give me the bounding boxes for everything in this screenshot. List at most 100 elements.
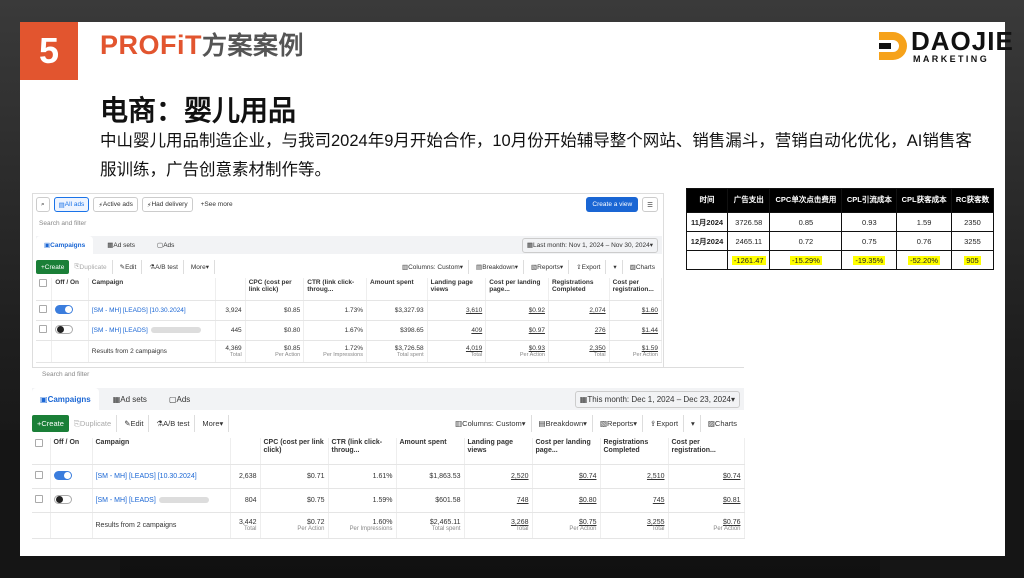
cell-reg[interactable]: 745 [600,488,669,513]
filter-see-more[interactable]: + See more [197,197,237,212]
filter-had-delivery[interactable]: ⚡ Had delivery [141,197,193,212]
duplicate-button[interactable]: ⎘ Duplicate [69,415,118,432]
cell-cplpv[interactable]: $0.74 [532,464,601,489]
ab-test-button[interactable]: ⚗ A/B test [151,415,196,432]
cell-cpreg[interactable]: $0.74 [668,464,745,489]
search-icon[interactable]: ⌕ [36,197,50,212]
campaign-toggle[interactable] [55,304,74,314]
cell-cplpv[interactable]: $0.80 [532,488,601,513]
cell-reg[interactable]: 2,074 [548,300,610,321]
cell-cpreg[interactable]: $1.44 [609,320,663,341]
tab-ad-sets[interactable]: ▦ Ad sets [99,236,144,254]
table-row[interactable]: [SM - MH] [LEADS] [10.30.2024] 3,924 $0.… [36,300,663,321]
campaign-name-link[interactable]: [SM - MH] [LEADS] [10.30.2024] [92,464,231,489]
filter-active-ads[interactable]: ⚡ Active ads [93,197,138,212]
col-cpc[interactable]: CPC (cost per link click) [245,278,305,301]
date-range-picker[interactable]: ▦ This month: Dec 1, 2024 – Dec 23, 2024… [574,390,740,408]
breakdown-button[interactable]: ▤ Breakdown ▾ [471,260,524,274]
col-cpc[interactable]: CPC (cost per link click) [260,438,329,465]
create-button[interactable]: + Create [36,260,70,274]
search-input[interactable]: Search and filter [42,371,89,378]
cell-reg[interactable]: 2,510 [600,464,669,489]
row-checkbox[interactable] [35,495,43,503]
create-view-button[interactable]: Create a view [586,197,639,212]
col-cost-per-registration[interactable]: Cost per registration... [668,438,745,465]
col-amount-spent[interactable]: Amount spent [366,278,428,301]
export-dropdown[interactable]: ▾ [686,415,701,432]
table-row[interactable]: [SM - MH] [LEADS] 445 $0.80 1.67% $398.6… [36,320,663,341]
col-campaign[interactable]: Campaign [88,278,217,301]
date-range-picker[interactable]: ▦ Last month: Nov 1, 2024 – Nov 30, 2024… [521,237,658,253]
tab-ad-sets[interactable]: ▦ Ad sets [104,388,155,410]
table-row[interactable]: [SM - MH] [LEADS] 804 $0.75 1.59% $601.5… [32,488,745,513]
col-results[interactable] [215,278,246,301]
cell-lpv[interactable]: 748 [464,488,533,513]
description: 中山婴儿用品制造企业，与我司2024年9月开始合作，10月份开始辅导整个网站、销… [100,132,972,179]
col-registrations[interactable]: Registrations Completed [548,278,610,301]
duplicate-button[interactable]: ⎘ Duplicate [69,260,113,274]
select-all-checkbox[interactable] [35,439,43,447]
export-dropdown[interactable]: ▾ [608,260,623,274]
tab-ads[interactable]: ▢ Ads [160,388,199,410]
col-amount-spent[interactable]: Amount spent [396,438,465,465]
cell-cpreg[interactable]: $0.81 [668,488,745,513]
tab-campaigns[interactable]: ▣ Campaigns [36,236,94,254]
cell-lpv[interactable]: 2,520 [464,464,533,489]
col-off-on[interactable]: Off / On [51,278,89,301]
cell-lpv[interactable]: 3,610 [427,300,487,321]
reports-button[interactable]: ▧ Reports ▾ [526,260,570,274]
columns-button[interactable]: ▥ Columns: Custom ▾ [397,260,470,274]
search-input[interactable]: Search and filter [39,220,86,227]
row-checkbox[interactable] [39,305,47,313]
breakdown-button[interactable]: ▤ Breakdown ▾ [534,415,593,432]
create-button[interactable]: + Create [32,415,69,432]
col-landing-page-views[interactable]: Landing page views [427,278,487,301]
ads-manager-report-december: Search and filter ▣ Campaigns ▦ Ad sets … [32,367,745,550]
tab-campaigns[interactable]: ▣ Campaigns [32,388,99,410]
edit-button[interactable]: ✎ Edit [119,415,150,432]
charts-button[interactable]: ▨ Charts [625,260,660,274]
table-row[interactable]: [SM - MH] [LEADS] [10.30.2024] 2,638 $0.… [32,464,745,489]
slide: 5 PROFiT方案案例 DAOJIE MARKETING 电商：婴儿用品 中山… [20,22,1013,556]
col-off-on[interactable]: Off / On [50,438,93,465]
cell-reg[interactable]: 276 [548,320,610,341]
campaign-table: Off / On Campaign CPC (cost per link cli… [32,438,745,539]
cell-cplpv[interactable]: $0.97 [485,320,549,341]
cell-cpreg[interactable]: $1.60 [609,300,663,321]
reports-button[interactable]: ▧ Reports ▾ [595,415,644,432]
col-cost-per-lpv[interactable]: Cost per landing page... [532,438,601,465]
settings-icon[interactable]: ☰ [642,197,658,212]
charts-button[interactable]: ▨ Charts [703,415,742,432]
edit-button[interactable]: ✎ Edit [115,260,143,274]
ab-test-button[interactable]: ⚗ A/B test [144,260,184,274]
export-button[interactable]: ⇪ Export [571,260,607,274]
campaign-name-link[interactable]: [SM - MH] [LEADS] [92,488,231,513]
columns-button[interactable]: ▥ Columns: Custom ▾ [450,415,532,432]
col-registrations[interactable]: Registrations Completed [600,438,669,465]
col-ctr[interactable]: CTR (link click-throug... [328,438,397,465]
filter-all-ads[interactable]: ▤ All ads [53,197,90,212]
row-checkbox[interactable] [35,471,43,479]
select-all-checkbox[interactable] [39,279,47,287]
tab-ads[interactable]: ▢ Ads [149,236,183,254]
campaign-name-link[interactable]: [SM - MH] [LEADS] [10.30.2024] [88,300,217,321]
row-checkbox[interactable] [39,325,47,333]
summary-row-nov: 11月2024 3726.58 0.85 0.93 1.59 2350 [685,212,995,232]
export-button[interactable]: ⇪ Export [645,415,685,432]
campaign-toggle[interactable] [53,470,72,480]
col-results[interactable] [230,438,261,465]
cell-ctr: 1.67% [303,320,367,341]
campaign-toggle[interactable] [55,324,74,334]
col-landing-page-views[interactable]: Landing page views [464,438,533,465]
col-cost-per-registration[interactable]: Cost per registration... [609,278,663,301]
cell-cpc: $0.85 [245,300,305,321]
campaign-name-link[interactable]: [SM - MH] [LEADS] [88,320,217,341]
cell-cplpv[interactable]: $0.92 [485,300,549,321]
more-button[interactable]: More ▾ [186,260,215,274]
campaign-toggle[interactable] [53,494,72,504]
cell-lpv[interactable]: 409 [427,320,487,341]
col-campaign[interactable]: Campaign [92,438,231,465]
col-cost-per-lpv[interactable]: Cost per landing page... [485,278,549,301]
more-button[interactable]: More ▾ [197,415,230,432]
col-ctr[interactable]: CTR (link click-throug... [303,278,367,301]
